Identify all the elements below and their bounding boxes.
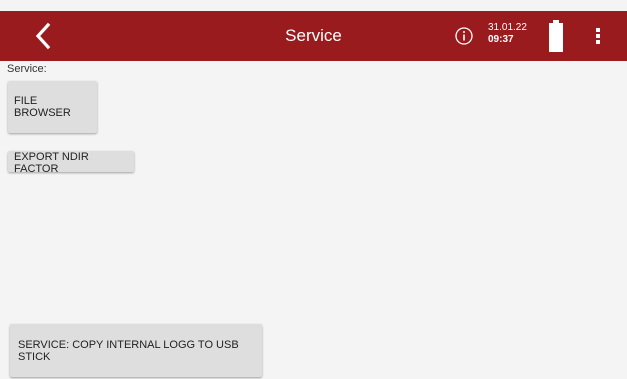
file-browser-button[interactable]: FILE BROWSER xyxy=(8,81,97,133)
copy-internal-logg-button[interactable]: SERVICE: COPY INTERNAL LOGG TO USB STICK xyxy=(10,324,262,377)
more-vert-icon[interactable] xyxy=(592,25,604,47)
time-text: 09:37 xyxy=(488,34,514,45)
battery-icon xyxy=(548,20,564,52)
info-icon[interactable] xyxy=(454,26,474,46)
page-title: Service xyxy=(285,26,342,45)
date-text: 31.01.22 xyxy=(488,22,527,33)
date-time-display: 31.01.22 09:37 xyxy=(488,22,527,46)
section-label: Service: xyxy=(7,63,47,75)
app-bar: Service 31.01.22 09:37 xyxy=(0,11,627,61)
export-ndir-factor-button[interactable]: EXPORT NDIR FACTOR xyxy=(8,151,134,175)
